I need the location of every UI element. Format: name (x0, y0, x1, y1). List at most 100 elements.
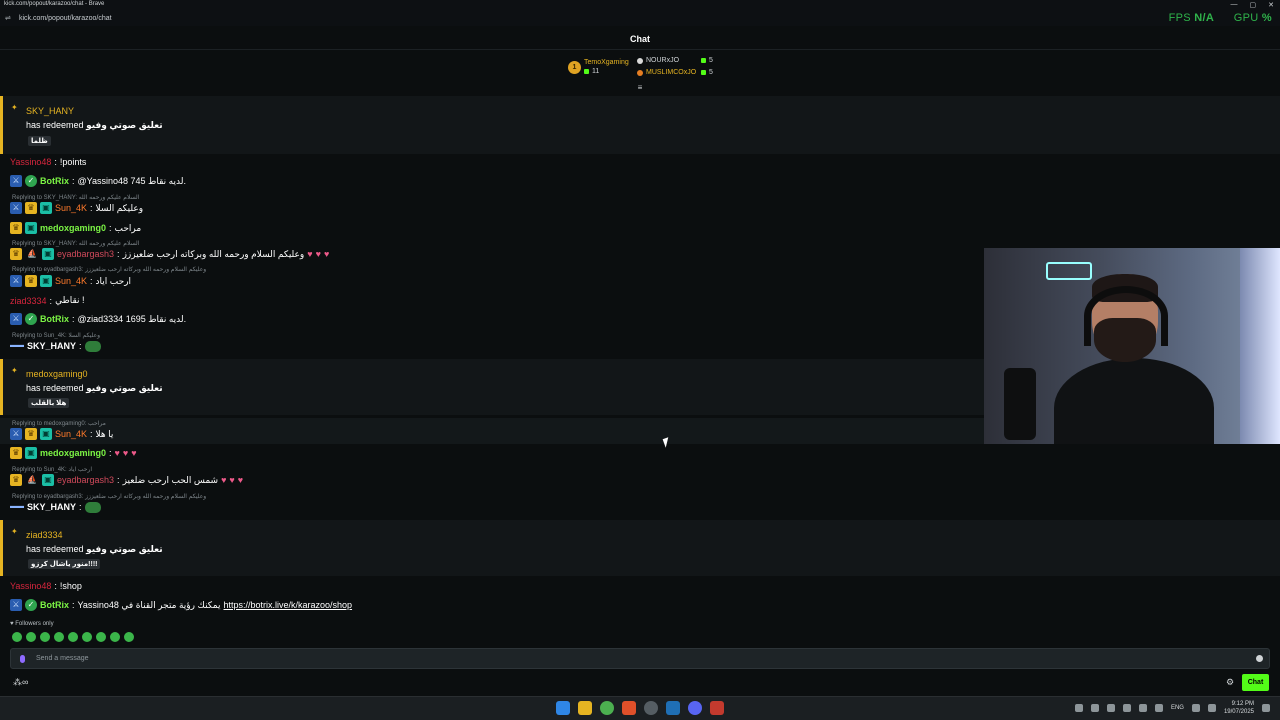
chat-message[interactable]: ⚔ ✓ BotRix: @Yassino48 لديه نقاط 745. (10, 175, 186, 187)
chat-message[interactable]: ▬▬ SKY_HANY: (10, 501, 101, 513)
tray-app-icon[interactable] (1154, 704, 1163, 712)
third-gifter-count: 5 (709, 69, 713, 76)
chat-message[interactable]: ♛ ▣ medoxgaming0: ♥ ♥ ♥ (10, 447, 137, 459)
username[interactable]: Yassino48 (10, 581, 51, 591)
close-icon[interactable]: ✕ (1268, 1, 1274, 9)
reply-context[interactable]: Replying to medoxgaming0: مراحب (12, 420, 106, 427)
tray-app-icon[interactable] (1106, 704, 1115, 712)
username[interactable]: Yassino48 (10, 157, 51, 167)
reply-context[interactable]: Replying to Sun_4K: وعليكم السلا (12, 332, 100, 339)
username[interactable]: medoxgaming0 (40, 223, 106, 233)
crown-badge-icon: ♛ (10, 474, 22, 486)
message-input[interactable]: Send a message (10, 648, 1270, 669)
streamer-shirt (1054, 358, 1214, 444)
chat-message[interactable]: ⚔ ♛ ▣ Sun_4K: يا هلا (10, 428, 113, 440)
username[interactable]: Sun_4K (55, 429, 87, 439)
subscriber-badge-icon: ▣ (25, 447, 37, 459)
subscriber-badge-icon: ▣ (40, 275, 52, 287)
language-indicator[interactable]: ENG (1171, 705, 1184, 711)
username[interactable]: BotRix (40, 176, 69, 186)
reply-context[interactable]: Replying to Sun_4K: ارحب اياد (12, 466, 92, 473)
emote-icon[interactable] (110, 632, 120, 642)
minimize-icon[interactable]: — (1231, 1, 1238, 9)
emoji-picker-icon[interactable] (1256, 655, 1263, 662)
settings-icon[interactable]: ⚙ (1226, 677, 1234, 688)
reply-context[interactable]: Replying to eyadbargash3: وعليكم السلام … (12, 266, 206, 273)
leaderboard-second[interactable]: NOURxJO 5 (637, 57, 713, 64)
tray-app-icon[interactable] (1090, 704, 1099, 712)
clock[interactable]: 9:12 PM 19/07/2025 (1224, 700, 1254, 716)
leaderboard-first[interactable]: 1 TemoXgaming 11 (568, 59, 629, 75)
emote-icon[interactable] (68, 632, 78, 642)
emote-icon[interactable] (96, 632, 106, 642)
wifi-icon[interactable] (1191, 704, 1200, 712)
chat-message[interactable]: ziad3334: نقاطي ! (10, 295, 85, 306)
username[interactable]: Sun_4K (55, 276, 87, 286)
tray-app-icon[interactable] (1122, 704, 1131, 712)
chat-header: Chat (0, 28, 1280, 50)
chat-message[interactable]: ♛ ⛵ ▣ eyadbargash3: شمس الحب ارحب ضلعيز … (10, 474, 243, 486)
reply-context[interactable]: Replying to SKY_HANY: السلام عليكم ورحمه… (12, 240, 139, 247)
username[interactable]: SKY_HANY (27, 502, 76, 512)
emote-icon[interactable] (12, 632, 22, 642)
username[interactable]: eyadbargash3 (57, 475, 114, 485)
reply-context[interactable]: Replying to SKY_HANY: السلام عليكم ورحمه… (12, 194, 139, 201)
username[interactable]: SKY_HANY (26, 106, 74, 116)
username[interactable]: Sun_4K (55, 203, 87, 213)
notification-icon[interactable] (1262, 704, 1270, 712)
address-bar[interactable]: ⇌ kick.com/popout/karazoo/chat (0, 12, 1280, 26)
window-controls: — ▢ ✕ (1231, 1, 1275, 9)
tray-app-icon[interactable] (1138, 704, 1147, 712)
emote-icon[interactable] (40, 632, 50, 642)
brave-icon[interactable] (622, 701, 636, 715)
file-explorer-icon[interactable] (578, 701, 592, 715)
quick-emote-bar[interactable] (12, 632, 134, 642)
chat-message[interactable]: ▬▬ SKY_HANY: (10, 340, 101, 352)
start-icon[interactable] (556, 701, 570, 715)
reply-context[interactable]: Replying to eyadbargash3: وعليكم السلام … (12, 493, 206, 500)
leaderboard-third[interactable]: MUSLIMCOxJO 5 (637, 69, 713, 76)
chat-message[interactable]: ♛ ▣ medoxgaming0: مراحب (10, 222, 141, 234)
chat-message[interactable]: Yassino48: !shop (10, 581, 82, 591)
username[interactable]: SKY_HANY (27, 341, 76, 351)
username[interactable]: medoxgaming0 (26, 369, 88, 379)
microphone-icon[interactable] (20, 655, 25, 663)
verified-badge-icon: ✓ (25, 175, 37, 187)
discord-icon[interactable] (688, 701, 702, 715)
chat-message[interactable]: ♛ ⛵ ▣ eyadbargash3: وعليكم السلام ورحمه … (10, 248, 329, 260)
volume-icon[interactable] (1207, 704, 1216, 712)
redeem-message[interactable]: ✦ ziad3334 has redeemed تعليق صوتي وفيو … (0, 520, 1280, 576)
username[interactable]: ziad3334 (26, 530, 63, 540)
chat-message[interactable]: ⚔ ✓ BotRix: Yassino48 يمكنك رؤية متجر ال… (10, 599, 352, 611)
steam-icon[interactable] (666, 701, 680, 715)
username[interactable]: BotRix (40, 600, 69, 610)
chat-message[interactable]: ⚔ ♛ ▣ Sun_4K: وعليكم السلا (10, 202, 143, 214)
chrome-icon[interactable] (600, 701, 614, 715)
brave-window-icon[interactable] (710, 701, 724, 715)
username[interactable]: BotRix (40, 314, 69, 324)
send-chat-button[interactable]: Chat (1242, 674, 1269, 691)
chat-message[interactable]: ⚔ ♛ ▣ Sun_4K: ارحب اياد (10, 275, 131, 287)
points-icon[interactable]: ⁂∞ (13, 677, 28, 688)
redeem-icon: ✦ (11, 527, 18, 536)
message-link[interactable]: https://botrix.live/k/karazoo/shop (223, 600, 352, 610)
top-gifter-count: 11 (592, 68, 600, 75)
app-icon[interactable] (644, 701, 658, 715)
expand-pinned-icon[interactable]: ≡ (636, 84, 644, 92)
chat-message[interactable]: Yassino48: !points (10, 157, 86, 167)
emote-icon[interactable] (54, 632, 64, 642)
site-info-icon[interactable]: ⇌ (5, 14, 11, 22)
username[interactable]: eyadbargash3 (57, 249, 114, 259)
username[interactable]: medoxgaming0 (40, 448, 106, 458)
redeem-message[interactable]: ✦ SKY_HANY has redeemed تعليق صوتي وفيو … (0, 96, 1280, 154)
maximize-icon[interactable]: ▢ (1250, 1, 1257, 9)
emote-icon[interactable] (124, 632, 134, 642)
username[interactable]: ziad3334 (10, 296, 47, 306)
emote-icon[interactable] (26, 632, 36, 642)
second-gifter-name: NOURxJO (646, 57, 680, 64)
chat-message[interactable]: ⚔ ✓ BotRix: @ziad3334 لديه نقاط 1695. (10, 313, 186, 325)
tray-app-icon[interactable] (1074, 704, 1083, 712)
fps-value: N/A (1194, 12, 1214, 24)
emote-icon[interactable] (82, 632, 92, 642)
crown-badge-icon: ♛ (25, 202, 37, 214)
